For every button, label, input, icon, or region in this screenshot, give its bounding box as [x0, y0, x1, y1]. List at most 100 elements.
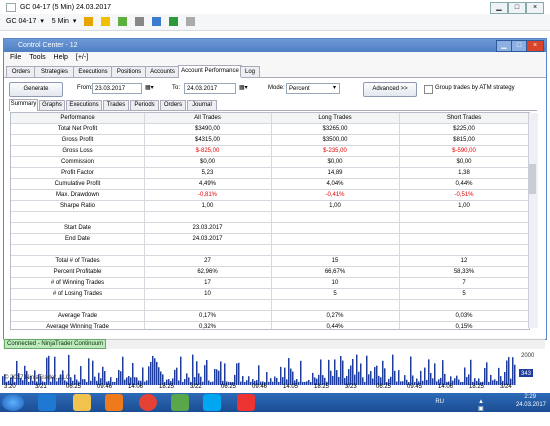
table-row[interactable]: [11, 245, 529, 256]
instrument-selector[interactable]: GC 04-17: [6, 18, 36, 25]
start-button[interactable]: [2, 394, 24, 411]
chevron-down-icon[interactable]: ▾: [40, 18, 44, 25]
mode-select[interactable]: Percent: [286, 83, 340, 94]
subtab-periods[interactable]: Periods: [130, 100, 159, 110]
interval-selector[interactable]: 5 Min: [52, 18, 69, 25]
from-date-field[interactable]: 23.03.2017: [92, 83, 142, 94]
table-row[interactable]: Sharpe Ratio 1,00 1,00 1,00: [11, 201, 529, 212]
menu-file[interactable]: File: [10, 54, 21, 61]
advanced-button[interactable]: Advanced >>: [363, 82, 417, 97]
table-row[interactable]: Max. Drawdown -0,81% -0,41% -0,51%: [11, 190, 529, 201]
table-row[interactable]: Total Net Profit $3490,00 $3265,00 $225,00: [11, 124, 529, 135]
table-row[interactable]: Gross Loss $-825,00 $-235,00 $-590,00: [11, 146, 529, 157]
row-value: [271, 212, 400, 222]
subtab-graphs[interactable]: Graphs: [39, 100, 65, 110]
chart-titlebar: GC 04-17 (5 Min) 24.03.2017: [6, 2, 546, 13]
zoom-icon[interactable]: [152, 16, 162, 26]
properties-icon[interactable]: [169, 16, 179, 26]
ninjatrader-icon[interactable]: [171, 394, 189, 411]
opera-icon[interactable]: [237, 394, 255, 411]
cc-minimize-button[interactable]: ▁: [496, 40, 512, 52]
time-axis-label: 06:25: [221, 384, 237, 390]
table-row[interactable]: Percent Profitable 62,96% 66,67% 58,33%: [11, 267, 529, 278]
volume-bar: [180, 356, 182, 385]
time-axis-label: 18:25: [469, 384, 485, 390]
chart-title: GC 04-17 (5 Min) 24.03.2017: [19, 4, 112, 11]
cc-maximize-button[interactable]: □: [511, 40, 527, 52]
minimize-button[interactable]: ▁: [490, 2, 508, 14]
table-row[interactable]: End Date 24.03.2017: [11, 234, 529, 245]
table-row[interactable]: Profit Factor 5,23 14,89 1,38: [11, 168, 529, 179]
calendar-icon[interactable]: ▦▾: [239, 84, 248, 91]
table-row[interactable]: [11, 300, 529, 311]
subtab-orders[interactable]: Orders: [160, 100, 186, 110]
pencil-icon[interactable]: [101, 16, 111, 26]
cc-close-button[interactable]: ×: [526, 40, 544, 52]
maximize-button[interactable]: □: [508, 2, 526, 14]
subtab-summary[interactable]: Summary: [9, 99, 38, 111]
template-icon[interactable]: [186, 16, 196, 26]
menu-toggle[interactable]: [+/-]: [76, 54, 88, 61]
generate-button[interactable]: Generate: [9, 82, 63, 97]
header-all-trades[interactable]: All Trades: [144, 113, 272, 123]
table-row[interactable]: Cumulative Profit 4,49% 4,04% 0,44%: [11, 179, 529, 190]
row-label: Average Winning Trade: [11, 322, 145, 329]
bars-icon[interactable]: [84, 16, 94, 26]
skype-icon[interactable]: [203, 394, 221, 411]
folder-icon[interactable]: [73, 394, 91, 411]
row-label: Start Date: [11, 223, 145, 233]
tab-executions[interactable]: Executions: [73, 66, 113, 77]
header-performance[interactable]: Performance: [11, 113, 145, 123]
chrome-icon[interactable]: [139, 394, 157, 411]
table-row[interactable]: Total # of Trades 27 15 12: [11, 256, 529, 267]
volume-bar: [16, 360, 18, 385]
chevron-down-icon[interactable]: ▾: [73, 18, 77, 25]
tray-icons[interactable]: ▲ ▣ ◈ ▭: [478, 399, 484, 426]
group-trades-checkbox[interactable]: [424, 85, 433, 94]
subtab-trades[interactable]: Trades: [103, 100, 129, 110]
tab-orders[interactable]: Orders: [6, 66, 36, 77]
clock-date[interactable]: 24.03.2017: [516, 402, 546, 408]
media-player-icon[interactable]: [105, 394, 123, 411]
scrollbar-thumb[interactable]: [529, 164, 536, 194]
tab-accounts[interactable]: Accounts: [145, 66, 180, 77]
table-row[interactable]: # of Winning Trades 17 10 7: [11, 278, 529, 289]
row-value: [399, 212, 529, 222]
table-row[interactable]: Commission $0,00 $0,00 $0,00: [11, 157, 529, 168]
volume-bar: [92, 360, 94, 385]
volume-bar: [336, 370, 338, 385]
subtab-journal[interactable]: Journal: [187, 100, 217, 110]
row-value: -0,51%: [454, 192, 474, 198]
tab-account-performance[interactable]: Account Performance: [178, 65, 242, 78]
table-row[interactable]: Average Winning Trade 0,32% 0,44% 0,15%: [11, 322, 529, 329]
menu-help[interactable]: Help: [54, 54, 68, 61]
to-date-field[interactable]: 24.03.2017: [184, 83, 236, 94]
table-row[interactable]: Average Trade 0,17% 0,27% 0,03%: [11, 311, 529, 322]
table-row[interactable]: [11, 212, 529, 223]
calendar-icon[interactable]: ▦▾: [145, 84, 154, 91]
crosshair-icon[interactable]: [135, 16, 145, 26]
subtab-executions[interactable]: Executions: [66, 100, 102, 110]
row-value: 0,03%: [455, 313, 473, 319]
menu-tools[interactable]: Tools: [29, 54, 45, 61]
volume-bar: [328, 359, 330, 385]
close-button[interactable]: ×: [526, 2, 544, 14]
row-label: Total Net Profit: [11, 124, 145, 134]
ie-icon[interactable]: [38, 394, 56, 411]
header-long-trades[interactable]: Long Trades: [271, 113, 400, 123]
copyright-text: © 2017 NinjaTrader, LLC: [4, 375, 71, 381]
clock-time[interactable]: 2:29: [524, 394, 536, 400]
tab-positions[interactable]: Positions: [111, 66, 147, 77]
tab-strategies[interactable]: Strategies: [34, 66, 75, 77]
table-row[interactable]: Gross Profit $4315,00 $3500,00 $815,00: [11, 135, 529, 146]
chevron-down-icon[interactable]: ▾: [333, 84, 336, 91]
volume-bar: [358, 371, 360, 385]
table-row[interactable]: # of Losing Trades 10 5 5: [11, 289, 529, 300]
pointer-icon[interactable]: [118, 16, 128, 26]
table-row[interactable]: Start Date 23.03.2017: [11, 223, 529, 234]
row-value: 10: [271, 278, 400, 288]
language-indicator[interactable]: RU: [435, 399, 444, 405]
vertical-scrollbar[interactable]: [528, 113, 538, 328]
tab-log[interactable]: Log: [240, 66, 260, 77]
header-short-trades[interactable]: Short Trades: [399, 113, 529, 123]
